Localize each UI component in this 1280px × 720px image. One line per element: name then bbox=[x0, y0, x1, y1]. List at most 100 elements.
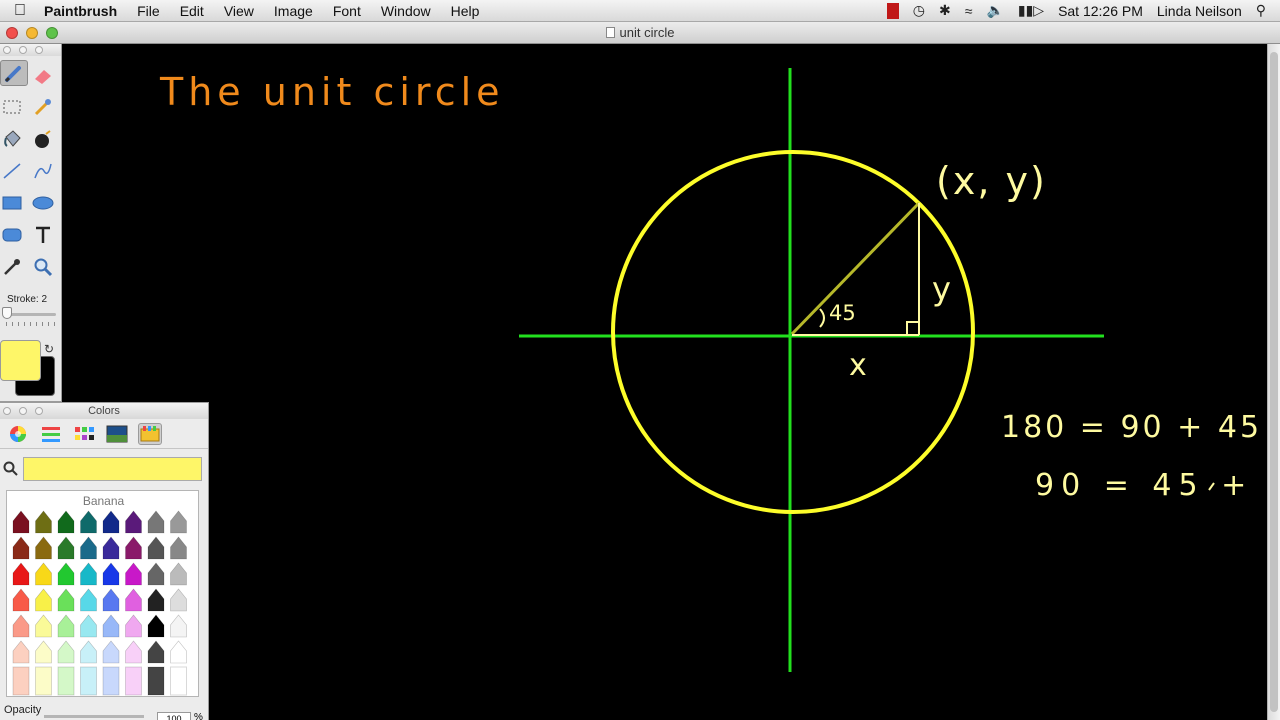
spotlight-search-icon[interactable]: ⚲ bbox=[1256, 2, 1266, 19]
crayon[interactable] bbox=[80, 536, 97, 560]
crayon[interactable] bbox=[170, 614, 187, 638]
opacity-field[interactable]: 100 bbox=[157, 712, 191, 720]
crayon[interactable] bbox=[57, 536, 75, 560]
crayon[interactable] bbox=[125, 614, 142, 638]
menubar-user[interactable]: Linda Neilson bbox=[1157, 3, 1242, 19]
fill-tool[interactable] bbox=[0, 126, 26, 152]
zoom-tool[interactable] bbox=[29, 254, 57, 280]
image-palettes-mode[interactable] bbox=[105, 423, 129, 445]
menu-window[interactable]: Window bbox=[371, 3, 441, 19]
vertical-scrollbar[interactable] bbox=[1267, 44, 1280, 720]
color-sliders-mode[interactable] bbox=[39, 423, 63, 445]
color-palettes-mode[interactable] bbox=[72, 423, 96, 445]
crayon[interactable] bbox=[12, 562, 30, 586]
menu-view[interactable]: View bbox=[214, 3, 264, 19]
crayon[interactable] bbox=[170, 562, 187, 586]
crayon[interactable] bbox=[147, 640, 165, 664]
crayon[interactable] bbox=[80, 640, 97, 664]
crayon[interactable] bbox=[12, 536, 30, 560]
spray-tool[interactable] bbox=[29, 126, 57, 152]
crayon[interactable] bbox=[102, 536, 120, 560]
curve-tool[interactable] bbox=[29, 158, 57, 184]
battery-icon[interactable]: ▮▮▷ bbox=[1018, 2, 1044, 19]
crayon[interactable] bbox=[125, 562, 142, 586]
crayon[interactable] bbox=[80, 510, 97, 534]
crayon[interactable] bbox=[35, 614, 52, 638]
crayons-mode[interactable] bbox=[138, 422, 162, 445]
crayon[interactable] bbox=[80, 614, 97, 638]
drawing-canvas[interactable]: The unit circle (x, y) 45 x y 180 = 90 +… bbox=[64, 44, 1267, 720]
crayon[interactable] bbox=[170, 588, 187, 612]
crayon[interactable] bbox=[57, 588, 75, 612]
swap-colors-icon[interactable]: ↻ bbox=[44, 342, 54, 356]
crayon[interactable] bbox=[35, 510, 52, 534]
tools-close-button[interactable] bbox=[3, 46, 11, 54]
colors-minimize-button[interactable] bbox=[19, 407, 27, 415]
colors-close-button[interactable] bbox=[3, 407, 11, 415]
crayon[interactable] bbox=[35, 588, 52, 612]
crayon[interactable] bbox=[147, 536, 165, 560]
scrollbar-thumb[interactable] bbox=[1270, 52, 1278, 712]
crayon[interactable] bbox=[147, 562, 165, 586]
crayon[interactable] bbox=[35, 640, 52, 664]
wifi-icon[interactable]: ≈ bbox=[965, 3, 973, 19]
brush-tool[interactable] bbox=[0, 60, 28, 86]
crayon[interactable] bbox=[102, 562, 120, 586]
colors-zoom-button[interactable] bbox=[35, 407, 43, 415]
menu-edit[interactable]: Edit bbox=[170, 3, 214, 19]
crayon[interactable] bbox=[170, 536, 187, 560]
opacity-slider[interactable] bbox=[44, 715, 144, 718]
crayon[interactable] bbox=[125, 588, 142, 612]
eraser-tool[interactable] bbox=[29, 62, 57, 88]
crayon[interactable] bbox=[57, 614, 75, 638]
text-tool[interactable] bbox=[29, 222, 57, 248]
color-wheel-mode[interactable] bbox=[6, 423, 30, 445]
crayon[interactable] bbox=[80, 588, 97, 612]
crayon[interactable] bbox=[57, 510, 75, 534]
zoom-window-button[interactable] bbox=[46, 27, 58, 39]
rectangle-tool[interactable] bbox=[0, 190, 26, 216]
crayon[interactable] bbox=[102, 510, 120, 534]
crayon[interactable] bbox=[170, 640, 187, 664]
crayon[interactable] bbox=[147, 588, 165, 612]
minimize-window-button[interactable] bbox=[26, 27, 38, 39]
crayon[interactable] bbox=[102, 588, 120, 612]
selected-color-swatch[interactable] bbox=[23, 457, 202, 481]
menu-font[interactable]: Font bbox=[323, 3, 371, 19]
crayon[interactable] bbox=[170, 510, 187, 534]
crayon[interactable] bbox=[12, 510, 30, 534]
tools-minimize-button[interactable] bbox=[19, 46, 27, 54]
crayon[interactable] bbox=[125, 640, 142, 664]
menu-image[interactable]: Image bbox=[264, 3, 323, 19]
close-window-button[interactable] bbox=[6, 27, 18, 39]
crayon[interactable] bbox=[147, 614, 165, 638]
stroke-slider-knob[interactable] bbox=[2, 307, 12, 319]
menubar-clock[interactable]: Sat 12:26 PM bbox=[1058, 3, 1143, 19]
apple-icon[interactable]:  bbox=[0, 2, 40, 20]
menu-app-name[interactable]: Paintbrush bbox=[40, 3, 127, 19]
crayon[interactable] bbox=[80, 562, 97, 586]
ellipse-tool[interactable] bbox=[29, 190, 57, 216]
magic-wand-tool[interactable] bbox=[29, 94, 57, 120]
primary-color-well[interactable] bbox=[0, 340, 41, 381]
rounded-rect-tool[interactable] bbox=[0, 222, 26, 248]
time-machine-icon[interactable]: ◷ bbox=[913, 2, 925, 19]
eyedropper-tool[interactable] bbox=[0, 254, 26, 280]
line-tool[interactable] bbox=[0, 158, 26, 184]
crayon[interactable] bbox=[12, 640, 30, 664]
recording-flag-icon[interactable] bbox=[886, 2, 899, 19]
crayon[interactable] bbox=[35, 536, 52, 560]
crayon[interactable] bbox=[102, 614, 120, 638]
crayon[interactable] bbox=[125, 510, 142, 534]
crayon[interactable] bbox=[57, 640, 75, 664]
volume-icon[interactable]: 🔈 bbox=[986, 2, 1003, 19]
crayon[interactable] bbox=[102, 640, 120, 664]
crayon[interactable] bbox=[12, 588, 30, 612]
crayon[interactable] bbox=[147, 510, 165, 534]
menu-file[interactable]: File bbox=[127, 3, 170, 19]
stroke-slider-track[interactable] bbox=[6, 313, 56, 316]
menu-help[interactable]: Help bbox=[441, 3, 490, 19]
crayon[interactable] bbox=[125, 536, 142, 560]
crayon[interactable] bbox=[35, 562, 52, 586]
rect-select-tool[interactable] bbox=[0, 94, 26, 120]
